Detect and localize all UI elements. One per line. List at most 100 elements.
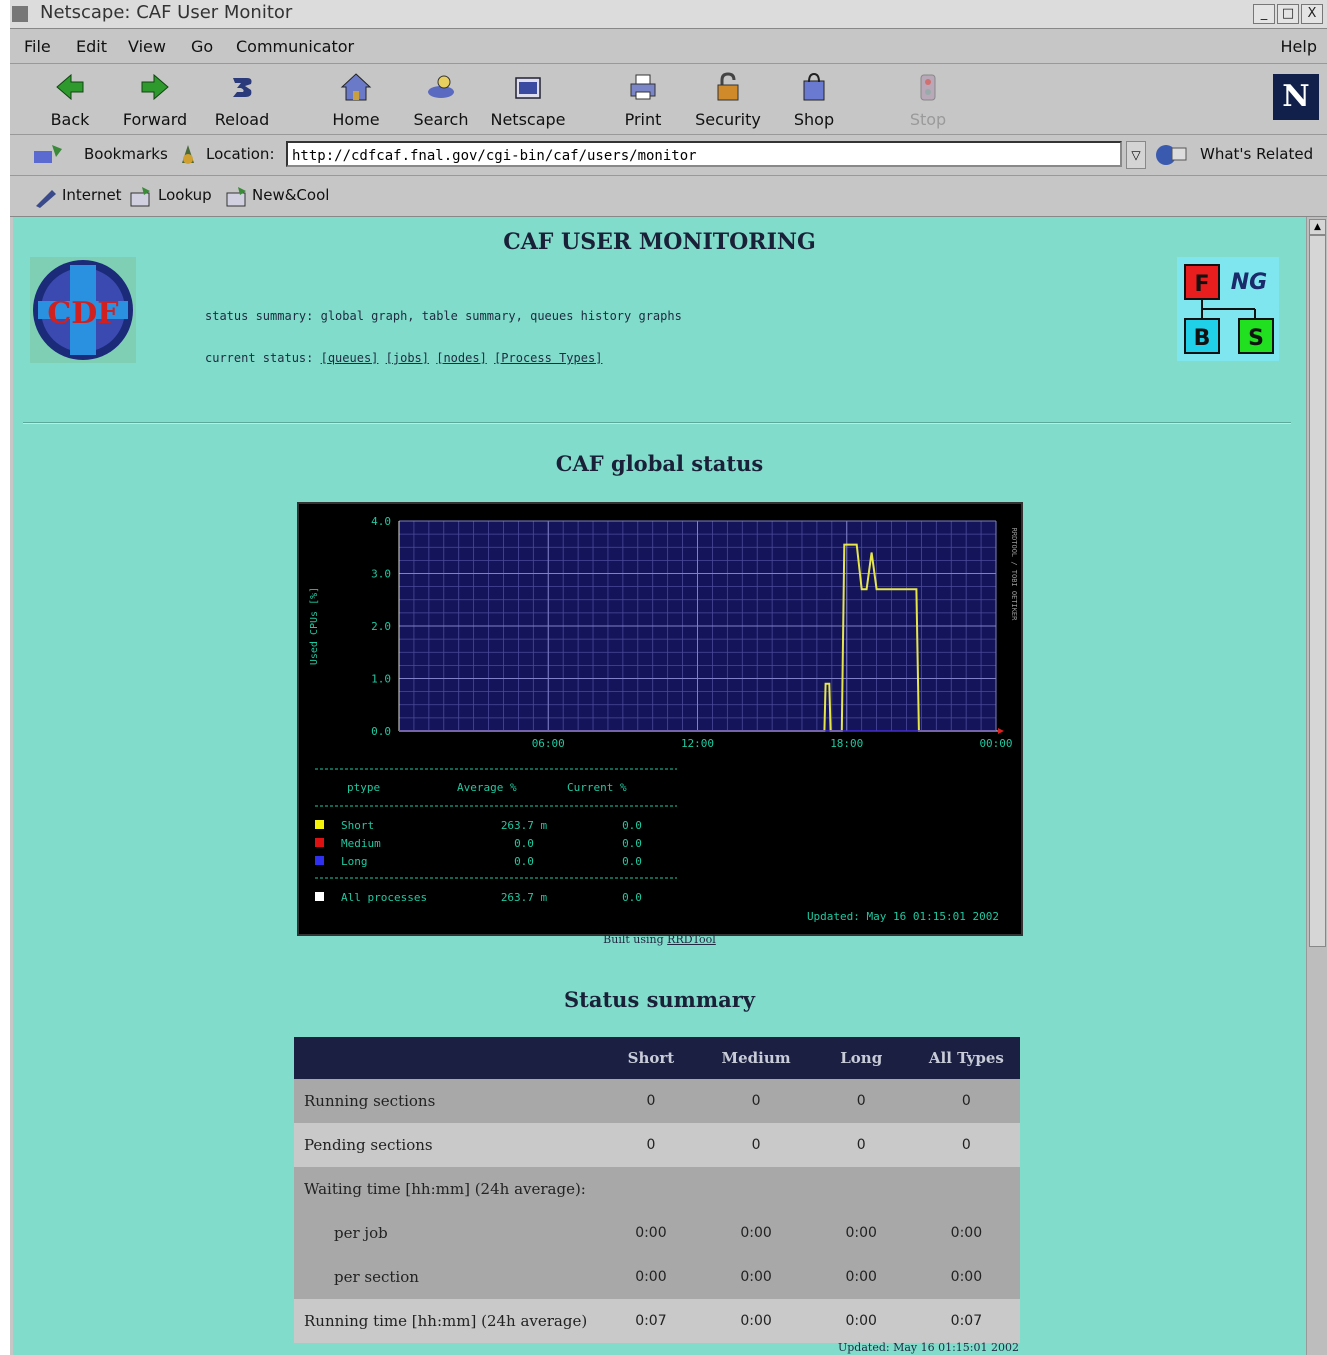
x-tick-label: 06:00 (532, 737, 565, 750)
current-status-label: current status: (205, 351, 314, 365)
table-cell: 0:07 (635, 1313, 667, 1329)
legend-average: 0.0 (514, 837, 534, 850)
legend-average: 263.7 m (501, 819, 548, 832)
window-title: Netscape: CAF User Monitor (40, 2, 293, 23)
x-tick-label: 18:00 (830, 737, 863, 750)
shop-button[interactable]: Shop (774, 68, 854, 132)
forward-label: Forward (122, 110, 188, 129)
forward-arrow-icon (141, 73, 169, 101)
table-cell: 0:00 (845, 1313, 877, 1329)
search-label: Search (413, 110, 469, 129)
stop-icon (920, 74, 936, 101)
menu-edit[interactable]: Edit (76, 37, 107, 56)
legend-name: Medium (341, 837, 381, 850)
netscape-button[interactable]: Netscape (488, 68, 568, 132)
global-status-heading: CAF global status (555, 451, 764, 476)
legend-name: Short (341, 819, 374, 832)
table-cell: 0:00 (845, 1225, 877, 1241)
maximize-button[interactable]: □ (1277, 4, 1299, 24)
vertical-scrollbar[interactable]: ▲ (1306, 217, 1327, 1355)
y-tick-label: 3.0 (371, 568, 391, 581)
link-jobs[interactable]: [jobs] (386, 351, 429, 365)
print-label: Print (624, 110, 662, 129)
reload-button[interactable]: Reload (202, 68, 282, 132)
link-queues[interactable]: [queues] (321, 351, 379, 365)
menu-file[interactable]: File (24, 37, 51, 56)
link-process-types[interactable]: [Process Types] (494, 351, 602, 365)
personal-new-cool[interactable]: New&Cool (252, 186, 329, 204)
security-button[interactable]: Security (688, 68, 768, 132)
graph-credit-text: Built using (603, 933, 664, 946)
table-cell: 0:00 (740, 1225, 772, 1241)
table-row: per job 0:00 0:00 0:00 0:00 (294, 1211, 1020, 1255)
back-arrow-icon (56, 73, 84, 101)
table-row: Waiting time [hh:mm] (24h average): (294, 1167, 1020, 1211)
menu-help[interactable]: Help (1281, 37, 1317, 56)
fng-logo-f: F (1194, 272, 1209, 297)
url-input[interactable]: http://cdfcaf.fnal.gov/cgi-bin/caf/users… (286, 141, 1122, 167)
x-axis-arrow-icon (998, 728, 1004, 734)
table-cell: 0:00 (845, 1269, 877, 1285)
menu-view[interactable]: View (128, 37, 166, 56)
home-label: Home (332, 110, 380, 129)
forward-button[interactable]: Forward (115, 68, 195, 132)
table-cell: 0:00 (950, 1225, 983, 1241)
menu-bar: File Edit View Go Communicator Help (10, 29, 1327, 64)
menu-communicator[interactable]: Communicator (236, 37, 354, 56)
legend-header: Average % (457, 781, 517, 794)
legend-swatch-medium (315, 838, 324, 847)
menu-go[interactable]: Go (191, 37, 213, 56)
fng-logo-ng: NG (1231, 270, 1267, 295)
personal-internet[interactable]: Internet (62, 186, 122, 204)
whats-related-icon (1156, 145, 1187, 165)
link-nodes[interactable]: [nodes] (436, 351, 487, 365)
header-long: Long (809, 1037, 913, 1079)
url-dropdown-icon[interactable]: ▽ (1126, 141, 1146, 169)
minimize-button[interactable]: _ (1253, 4, 1275, 24)
bookmarks-button[interactable]: Bookmarks (84, 145, 168, 163)
legend-header: Current % (567, 781, 627, 794)
location-toolbar: Bookmarks Location: http://cdfcaf.fnal.g… (10, 135, 1327, 176)
rrdtool-link[interactable]: RRDTool (667, 933, 716, 946)
netscape-label: Netscape (490, 110, 566, 129)
browser-window: Netscape: CAF User Monitor _ □ X File Ed… (10, 0, 1327, 1355)
print-button[interactable]: Print (603, 68, 683, 132)
scrollbar-thumb[interactable] (1309, 235, 1326, 947)
scroll-up-icon[interactable]: ▲ (1309, 219, 1326, 235)
personal-lookup[interactable]: Lookup (158, 186, 212, 204)
home-button[interactable]: Home (316, 68, 396, 132)
status-summary-line: status summary: global graph, table summ… (205, 309, 682, 323)
y-tick-label: 0.0 (371, 725, 391, 738)
rrdtool-credit-label: RRDTOOL / TOBI OETIKER (1010, 528, 1018, 622)
table-cell: 0 (751, 1093, 761, 1109)
stop-button[interactable]: Stop (888, 68, 968, 132)
legend-swatch-short (315, 820, 324, 829)
search-button[interactable]: Search (401, 68, 481, 132)
table-cell: 0:00 (740, 1313, 772, 1329)
graph-updated-label: Updated: May 16 01:15:01 2002 (807, 910, 999, 923)
table-cell: 0:00 (635, 1225, 667, 1241)
lookup-icon (130, 187, 150, 207)
row-label: Running time [hh:mm] (24h average) (304, 1312, 588, 1330)
netscape-logo[interactable]: N (1273, 74, 1319, 120)
back-button[interactable]: Back (30, 68, 110, 132)
page-updated-footer: Updated: May 16 01:15:01 2002 (837, 1341, 1019, 1354)
title-bar: Netscape: CAF User Monitor _ □ X (10, 0, 1327, 29)
y-axis-label: Used CPUs [%] (309, 587, 320, 665)
table-cell: 0:00 (950, 1269, 983, 1285)
window-menu-icon[interactable] (12, 6, 28, 22)
row-label: Waiting time [hh:mm] (24h average): (304, 1180, 586, 1198)
internet-icon (36, 190, 56, 208)
bookmarks-icon[interactable] (32, 143, 64, 167)
navigation-toolbar: Back Forward Reload Home Search Netscape… (10, 64, 1327, 135)
row-label: Pending sections (304, 1136, 433, 1154)
whats-related-button[interactable]: What's Related (1200, 145, 1313, 163)
location-icon (182, 145, 194, 164)
security-label: Security (695, 110, 761, 129)
legend-name: Long (341, 855, 368, 868)
row-label: per section (334, 1268, 419, 1286)
fng-logo: F NG B S (1177, 257, 1279, 361)
legend-average: 263.7 m (501, 891, 548, 904)
legend-name: All processes (341, 891, 427, 904)
close-button[interactable]: X (1301, 4, 1323, 24)
